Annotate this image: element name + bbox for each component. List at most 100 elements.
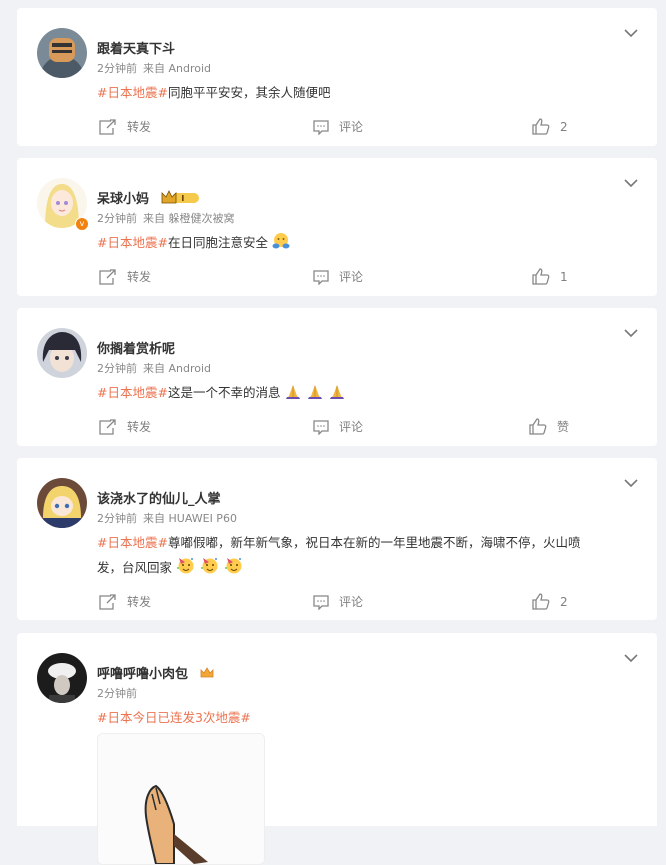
comment-label: 评论	[339, 270, 364, 284]
crown-badge-icon[interactable]	[160, 189, 200, 210]
like-icon	[532, 593, 550, 610]
like-count: 赞	[557, 420, 570, 434]
post-meta: 2分钟前	[97, 685, 137, 701]
hugging-face-emoji	[272, 232, 290, 258]
party-face-emoji	[176, 555, 196, 583]
post-time[interactable]: 2分钟前	[97, 687, 137, 700]
like-button[interactable]: 赞	[529, 418, 569, 435]
comment-icon	[313, 269, 329, 285]
post-text: 同胞平平安安，其余人随便吧	[167, 85, 331, 100]
post-card: v 呆球小妈 2分钟前 来自 躲橙健次被窝 #日本地震#在日同胞注意安全 转发 评…	[17, 158, 657, 296]
like-icon	[532, 268, 550, 285]
comment-label: 评论	[339, 595, 364, 609]
praying-hands-image	[98, 734, 264, 864]
repost-label: 转发	[127, 420, 152, 434]
hashtag-link[interactable]: #日本地震#	[97, 385, 168, 400]
user-name-text: 呆球小妈	[97, 192, 150, 207]
user-name[interactable]: 你搁着赏析呢	[97, 338, 175, 357]
hashtag-link[interactable]: #日本地震#	[97, 85, 168, 100]
verified-badge: v	[75, 217, 89, 231]
post-card: 呼噜呼噜小肉包 2分钟前 #日本今日已连发3次地震#	[17, 633, 657, 865]
avatar[interactable]	[37, 653, 87, 703]
post-content: #日本地震#同胞平平安安，其余人随便吧	[97, 80, 637, 105]
praying-hands-emoji	[306, 383, 324, 408]
post-text-line: #日本地震#尊嘟假嘟，新年新气象，祝日本在新的一年里地震不断，海啸不停，火山喷	[97, 530, 637, 555]
comment-button[interactable]: 评论	[313, 118, 363, 135]
repost-icon	[99, 268, 117, 285]
user-name[interactable]: 跟着天真下斗	[97, 38, 175, 57]
post-text: 发，台风回家	[97, 560, 173, 575]
like-icon	[529, 418, 547, 435]
repost-icon	[99, 418, 117, 435]
post-content: #日本地震#尊嘟假嘟，新年新气象，祝日本在新的一年里地震不断，海啸不停，火山喷 …	[97, 530, 637, 583]
post-meta: 2分钟前 来自 Android	[97, 360, 211, 376]
hashtag-link[interactable]: #日本今日已连发3次地震#	[97, 710, 251, 725]
like-button[interactable]: 1	[532, 268, 568, 285]
avatar[interactable]	[37, 28, 87, 78]
repost-label: 转发	[127, 120, 152, 134]
post-text: 在日同胞注意安全	[167, 235, 268, 250]
comment-button[interactable]: 评论	[313, 593, 363, 610]
party-face-emoji	[224, 555, 244, 583]
repost-label: 转发	[127, 595, 152, 609]
post-meta: 2分钟前 来自 Android	[97, 60, 211, 76]
user-name[interactable]: 呼噜呼噜小肉包	[97, 663, 215, 685]
praying-hands-emoji	[328, 383, 346, 408]
comment-label: 评论	[339, 420, 364, 434]
like-button[interactable]: 2	[532, 118, 568, 135]
repost-icon	[99, 118, 117, 135]
like-icon	[532, 118, 550, 135]
post-time[interactable]: 2分钟前	[97, 512, 137, 525]
like-count: 2	[560, 119, 568, 134]
hashtag-link[interactable]: #日本地震#	[97, 535, 168, 550]
post-card: 该浇水了的仙儿_人掌 2分钟前 来自 HUAWEI P60 #日本地震#尊嘟假嘟，…	[17, 458, 657, 620]
comment-button[interactable]: 评论	[313, 418, 363, 435]
avatar[interactable]	[37, 328, 87, 378]
post-content: #日本今日已连发3次地震#	[97, 705, 637, 730]
like-count: 1	[560, 269, 568, 284]
comment-icon	[313, 419, 329, 435]
like-button[interactable]: 2	[532, 593, 568, 610]
repost-button[interactable]: 转发	[99, 118, 151, 135]
repost-label: 转发	[127, 270, 152, 284]
user-name-text: 呼噜呼噜小肉包	[97, 667, 189, 682]
repost-button[interactable]: 转发	[99, 593, 151, 610]
post-source: 来自 Android	[143, 362, 212, 375]
post-time[interactable]: 2分钟前	[97, 362, 137, 375]
repost-button[interactable]: 转发	[99, 418, 151, 435]
comment-icon	[313, 119, 329, 135]
user-name[interactable]: 呆球小妈	[97, 188, 200, 210]
praying-hands-emoji	[284, 383, 302, 408]
avatar[interactable]	[37, 478, 87, 528]
post-source: 来自 HUAWEI P60	[143, 512, 237, 525]
party-face-emoji	[200, 555, 220, 583]
comment-button[interactable]: 评论	[313, 268, 363, 285]
post-time[interactable]: 2分钟前	[97, 212, 137, 225]
post-meta: 2分钟前 来自 躲橙健次被窝	[97, 210, 235, 226]
chevron-down-icon[interactable]	[623, 474, 639, 488]
comment-icon	[313, 594, 329, 610]
post-meta: 2分钟前 来自 HUAWEI P60	[97, 510, 237, 526]
post-card: 你搁着赏析呢 2分钟前 来自 Android #日本地震#这是一个不幸的消息 转发…	[17, 308, 657, 446]
repost-button[interactable]: 转发	[99, 268, 151, 285]
chevron-down-icon[interactable]	[623, 174, 639, 188]
comment-label: 评论	[339, 120, 364, 134]
chevron-down-icon[interactable]	[623, 324, 639, 338]
chevron-down-icon[interactable]	[623, 649, 639, 663]
post-image[interactable]	[97, 733, 265, 865]
chevron-down-icon[interactable]	[623, 24, 639, 38]
post-source: 来自 躲橙健次被窝	[143, 212, 235, 225]
post-text-line: 发，台风回家	[97, 555, 637, 583]
hashtag-link[interactable]: #日本地震#	[97, 235, 168, 250]
post-content: #日本地震#这是一个不幸的消息	[97, 380, 637, 408]
repost-icon	[99, 593, 117, 610]
post-text: 这是一个不幸的消息	[167, 385, 281, 400]
post-time[interactable]: 2分钟前	[97, 62, 137, 75]
post-content: #日本地震#在日同胞注意安全	[97, 230, 637, 258]
post-source: 来自 Android	[143, 62, 212, 75]
user-name[interactable]: 该浇水了的仙儿_人掌	[97, 488, 221, 507]
crown-badge-icon[interactable]	[199, 665, 215, 685]
like-count: 2	[560, 594, 568, 609]
post-text: 尊嘟假嘟，新年新气象，祝日本在新的一年里地震不断，海啸不停，火山喷	[167, 535, 581, 550]
post-card: 跟着天真下斗 2分钟前 来自 Android #日本地震#同胞平平安安，其余人随便…	[17, 8, 657, 146]
